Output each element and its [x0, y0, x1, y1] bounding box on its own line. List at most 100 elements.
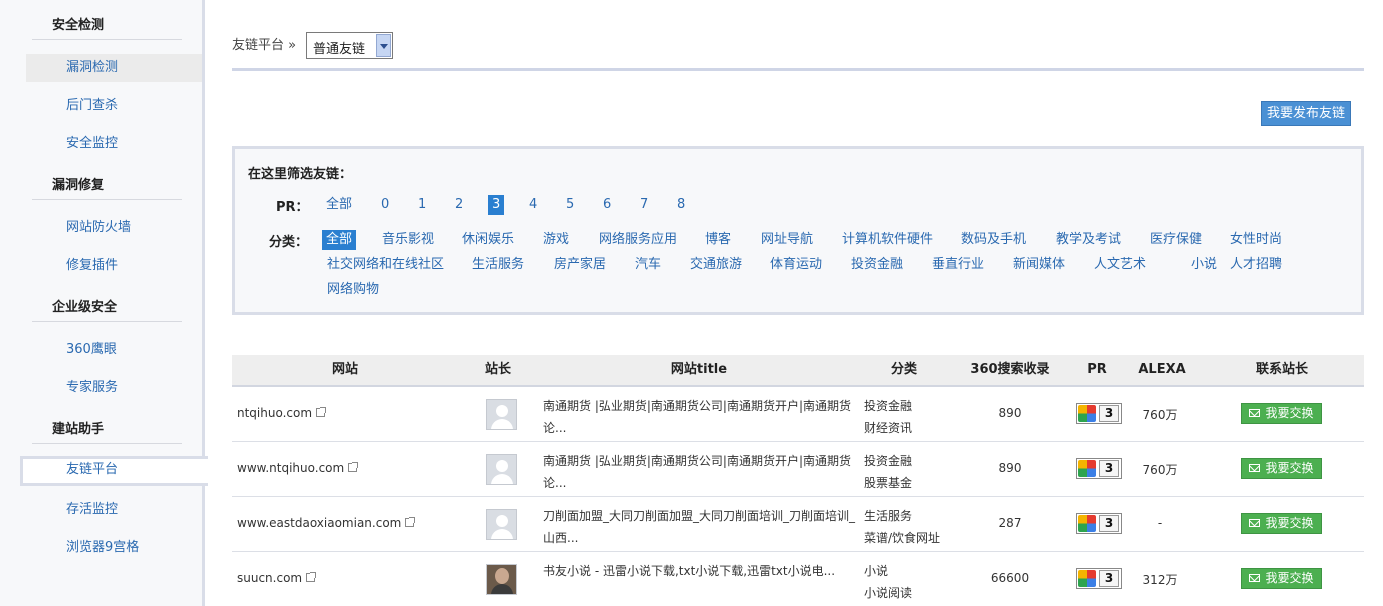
site-title: 南通期货 |弘业期货|南通期货公司|南通期货开户|南通期货论...: [543, 399, 851, 435]
site-url[interactable]: suucn.com: [237, 571, 302, 585]
sidebar-item-eagle-eye[interactable]: 360鹰眼: [26, 336, 202, 364]
category-secondary: 股票基金: [864, 476, 913, 490]
link-type-select-value: 普通友链: [313, 42, 366, 57]
pr-filter-option[interactable]: 全部: [326, 195, 352, 215]
index-count: 66600: [990, 571, 1030, 585]
site-url[interactable]: www.ntqihuo.com: [237, 461, 344, 475]
category-filter-option[interactable]: 人才招聘: [1230, 255, 1282, 275]
pr-filter-option[interactable]: 1: [418, 195, 426, 215]
pr-filter-option[interactable]: 3: [488, 195, 505, 215]
table-row: suucn.com 书友小说 - 迅雷小说下载,txt小说下载,迅雷txt小说电.…: [232, 552, 1364, 606]
external-link-icon[interactable]: [348, 462, 359, 472]
category-filter-option[interactable]: 投资金融: [851, 255, 903, 275]
google-icon: [1078, 515, 1096, 532]
sidebar-section-title: 漏洞修复: [52, 178, 105, 193]
category-filter-option[interactable]: 音乐影视: [382, 230, 434, 250]
category-filter-option[interactable]: 博客: [705, 230, 731, 250]
site-category: 投资金融 财经资讯: [864, 395, 912, 439]
pr-filter-option[interactable]: 5: [566, 195, 574, 215]
category-filter-option[interactable]: 网络服务应用: [599, 230, 677, 250]
table-row: www.eastdaoxiaomian.com 刀削面加盟_大同刀削面加盟_大同刀…: [232, 497, 1364, 552]
category-filter-option[interactable]: 教学及考试: [1056, 230, 1121, 250]
col-header-owner: 站长: [484, 362, 511, 377]
category-filter-option[interactable]: 全部: [322, 230, 357, 250]
category-filter-option[interactable]: 计算机软件硬件: [842, 230, 933, 250]
category-filter-option[interactable]: 网址导航: [761, 230, 813, 250]
category-filter-option[interactable]: 数码及手机: [961, 230, 1026, 250]
external-link-icon[interactable]: [316, 407, 327, 417]
exchange-link-label: 我要交换: [1265, 406, 1314, 420]
sidebar-item-security-monitor[interactable]: 安全监控: [26, 130, 202, 158]
sidebar-item-fix-plugin[interactable]: 修复插件: [26, 252, 202, 280]
filter-title: 在这里筛选友链：: [248, 167, 353, 182]
pr-filter-option[interactable]: 6: [603, 195, 611, 215]
sidebar-item-firewall[interactable]: 网站防火墙: [26, 214, 202, 242]
sidebar-divider: [32, 443, 182, 444]
exchange-link-button[interactable]: 我要交换: [1241, 568, 1322, 589]
category-filter-option[interactable]: 社交网络和在线社区: [327, 255, 444, 275]
main-content: 友链平台 » 普通友链 我要发布友链 在这里筛选友链： PR： 全部 0 1 2 3 4 5…: [232, 0, 1364, 606]
exchange-link-button[interactable]: 我要交换: [1241, 513, 1322, 534]
table-header: 网站 站长 网站title 分类 360搜索收录 PR ALEXA 联系站长: [232, 355, 1364, 387]
category-secondary: 菜谱/饮食网址: [864, 531, 941, 545]
sidebar-divider: [32, 321, 182, 322]
exchange-link-button[interactable]: 我要交换: [1241, 458, 1322, 479]
chevron-down-icon[interactable]: [376, 34, 391, 57]
sidebar-item-expert-service[interactable]: 专家服务: [26, 374, 202, 402]
publish-link-button[interactable]: 我要发布友链: [1261, 101, 1351, 126]
sidebar-item-link-platform[interactable]: 友链平台: [20, 456, 208, 486]
alexa-rank: 312万: [1142, 573, 1178, 587]
category-filter-option[interactable]: 新闻媒体: [1013, 255, 1065, 275]
sidebar-item-backdoor-scan[interactable]: 后门查杀: [26, 92, 202, 120]
site-url[interactable]: ntqihuo.com: [237, 406, 312, 420]
google-icon: [1078, 460, 1096, 477]
category-filter-option[interactable]: 交通旅游: [690, 255, 742, 275]
col-header-alexa: ALEXA: [1138, 362, 1186, 377]
site-title: 刀削面加盟_大同刀削面加盟_大同刀削面培训_刀削面培训_山西...: [543, 509, 856, 545]
category-filter-option[interactable]: 体育运动: [770, 255, 822, 275]
table-row: www.ntqihuo.com 南通期货 |弘业期货|南通期货公司|南通期货开户|…: [232, 442, 1364, 497]
col-header-contact: 联系站长: [1255, 362, 1308, 377]
pagerank-value: 3: [1099, 515, 1119, 532]
pr-filter-option[interactable]: 7: [640, 195, 648, 215]
site-link[interactable]: www.ntqihuo.com: [237, 461, 359, 475]
category-filter-option[interactable]: 医疗保健: [1150, 230, 1202, 250]
site-link[interactable]: suucn.com: [237, 571, 317, 585]
category-filter-option[interactable]: 小说: [1191, 255, 1217, 275]
pr-filter-option[interactable]: 4: [529, 195, 537, 215]
pr-filter-option[interactable]: 2: [455, 195, 463, 215]
category-filter-option[interactable]: 网络购物: [327, 280, 379, 300]
external-link-icon[interactable]: [405, 517, 416, 527]
link-type-select[interactable]: 普通友链: [306, 32, 393, 59]
sidebar-item-uptime-monitor[interactable]: 存活监控: [26, 496, 202, 524]
filter-panel: 在这里筛选友链： PR： 全部 0 1 2 3 4 5 6 7 8 分类： 全部 音乐影视 休闲娱乐游…: [232, 146, 1364, 315]
index-count: 890: [998, 461, 1022, 475]
pagerank-value: 3: [1099, 570, 1119, 587]
sidebar-item-vuln-scan[interactable]: 漏洞检测: [26, 54, 202, 82]
exchange-link-button[interactable]: 我要交换: [1241, 403, 1322, 424]
pr-filter-option[interactable]: 0: [381, 195, 389, 215]
site-url[interactable]: www.eastdaoxiaomian.com: [237, 516, 401, 530]
pagerank-badge: 3: [1076, 403, 1122, 424]
category-secondary: 小说阅读: [864, 586, 913, 600]
pr-filter-option[interactable]: 8: [677, 195, 685, 215]
category-filter-option[interactable]: 女性时尚: [1230, 230, 1282, 250]
category-filter-option[interactable]: 休闲娱乐: [462, 230, 514, 250]
col-header-category: 分类: [890, 362, 917, 377]
category-secondary: 财经资讯: [864, 421, 913, 435]
mail-icon: [1249, 574, 1261, 582]
site-title: 南通期货 |弘业期货|南通期货公司|南通期货开户|南通期货论...: [543, 454, 851, 490]
sidebar-item-browser-grid[interactable]: 浏览器9宫格: [26, 534, 202, 562]
external-link-icon[interactable]: [306, 572, 317, 582]
sidebar-section-title: 企业级安全: [52, 300, 118, 315]
category-filter-option[interactable]: 汽车: [635, 255, 661, 275]
sidebar-divider: [32, 199, 182, 200]
category-filter-option[interactable]: 房产家居: [554, 255, 606, 275]
category-filter-option[interactable]: 人文艺术: [1094, 255, 1146, 275]
site-link[interactable]: ntqihuo.com: [237, 406, 327, 420]
category-filter-option[interactable]: 生活服务: [472, 255, 524, 275]
site-link[interactable]: www.eastdaoxiaomian.com: [237, 516, 416, 530]
mail-icon: [1249, 464, 1261, 472]
category-filter-option[interactable]: 垂直行业: [932, 255, 984, 275]
category-filter-option[interactable]: 游戏: [543, 230, 569, 250]
